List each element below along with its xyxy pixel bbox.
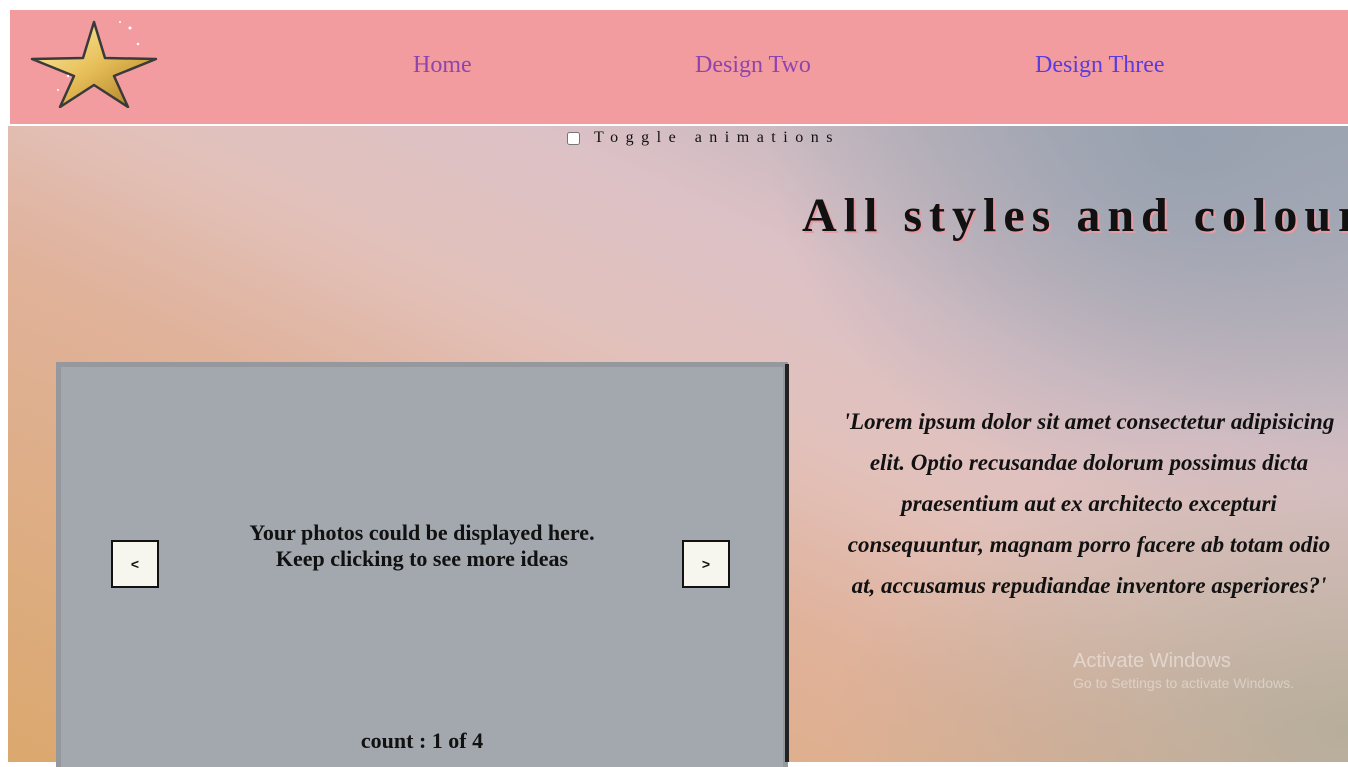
- next-slide-button[interactable]: >: [682, 540, 730, 588]
- windows-activation-watermark: Activate Windows Go to Settings to activ…: [1073, 650, 1294, 691]
- slide-caption-line-2: Keep clicking to see more ideas: [275, 546, 569, 571]
- toggle-animations-label: Toggle animations: [594, 129, 840, 146]
- watermark-subtitle: Go to Settings to activate Windows.: [1073, 675, 1294, 691]
- nav-design-three-link[interactable]: Design Three: [1035, 52, 1165, 79]
- nav-design-two-link[interactable]: Design Two: [695, 52, 811, 79]
- slide-caption: Your photos could be displayed here. Kee…: [61, 520, 783, 572]
- site-header: Home Design Two Design Three: [10, 10, 1348, 126]
- page-headline: All styles and colour: [802, 189, 1348, 242]
- slide-counter: count : 1 of 4: [360, 728, 484, 753]
- nav-home-link[interactable]: Home: [413, 52, 472, 79]
- toggle-animations-checkbox[interactable]: [567, 131, 580, 145]
- star-logo-icon[interactable]: [30, 16, 158, 108]
- slider-divider: [785, 364, 789, 762]
- previous-slide-button[interactable]: <: [111, 540, 159, 588]
- photo-slider: Your photos could be displayed here. Kee…: [56, 362, 788, 767]
- slide-caption-line-1: Your photos could be displayed here.: [249, 520, 595, 545]
- toggle-animations[interactable]: Toggle animations: [565, 128, 840, 148]
- watermark-title: Activate Windows: [1073, 650, 1231, 672]
- lorem-quote: 'Lorem ipsum dolor sit amet consectetur …: [843, 409, 1335, 598]
